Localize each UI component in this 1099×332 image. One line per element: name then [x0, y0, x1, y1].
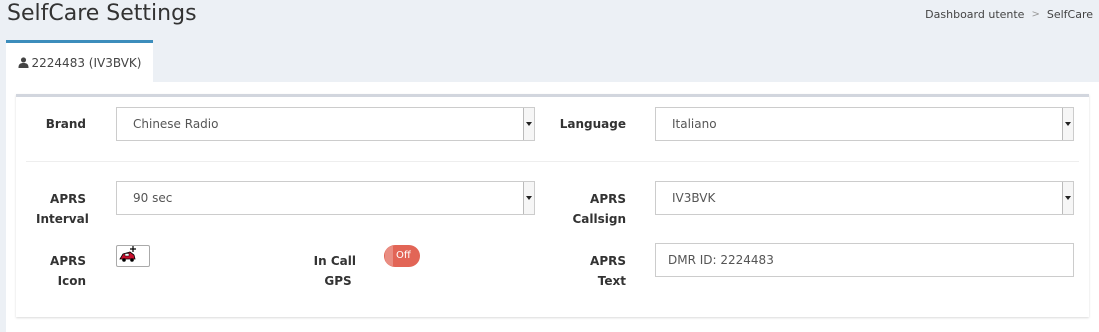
settings-box: Brand Chinese Radio Language Italiano AP…	[16, 94, 1089, 317]
user-icon	[17, 57, 29, 68]
language-label: Language	[559, 117, 626, 131]
chevron-down-icon	[1062, 182, 1073, 214]
chevron-down-icon	[523, 182, 534, 214]
tab-panel: Brand Chinese Radio Language Italiano AP…	[6, 82, 1099, 332]
aprs-text-label: APRS Text	[556, 251, 626, 291]
in-call-gps-label-line2: GPS	[324, 274, 352, 288]
aprs-interval-label: APRS Interval	[36, 189, 89, 229]
aprs-text-input[interactable]: DMR ID: 2224483	[655, 243, 1074, 277]
aprs-icon-label: APRS Icon	[36, 251, 86, 291]
aprs-callsign-select-value: IV3BVK	[672, 191, 716, 205]
page-title: SelfCare Settings	[7, 1, 197, 26]
aprs-callsign-label-line1: APRS	[590, 192, 626, 206]
aprs-icon-label-line2: Icon	[57, 274, 86, 288]
aprs-interval-label-line2: Interval	[36, 212, 89, 226]
aprs-callsign-label-line2: Callsign	[572, 212, 626, 226]
aprs-icon-picker-button[interactable]	[116, 245, 150, 267]
aprs-icon-label-line1: APRS	[50, 254, 86, 268]
tab-user[interactable]: 2224483 (IV3BVK)	[6, 40, 153, 82]
aprs-text-label-line1: APRS	[590, 254, 626, 268]
breadcrumb-separator-icon: >	[1031, 9, 1040, 20]
in-call-gps-label-line1: In Call	[313, 254, 356, 268]
aprs-callsign-select[interactable]: IV3BVK	[655, 181, 1074, 215]
brand-select[interactable]: Chinese Radio	[116, 107, 535, 141]
brand-select-value: Chinese Radio	[133, 117, 219, 131]
in-call-gps-toggle-text: Off	[396, 250, 411, 261]
aprs-text-input-value: DMR ID: 2224483	[668, 253, 774, 267]
chevron-down-icon	[523, 108, 534, 140]
car-icon	[119, 246, 136, 262]
breadcrumb: Dashboard utente > SelfCare	[925, 8, 1093, 21]
language-select[interactable]: Italiano	[655, 107, 1074, 141]
tab-user-label: 2224483 (IV3BVK)	[31, 55, 142, 70]
aprs-callsign-label: APRS Callsign	[556, 189, 626, 229]
aprs-interval-label-line1: APRS	[50, 192, 86, 206]
in-call-gps-label: In Call GPS	[306, 251, 356, 291]
aprs-text-label-line2: Text	[597, 274, 626, 288]
breadcrumb-item-selfcare: SelfCare	[1046, 8, 1093, 21]
chevron-down-icon	[1062, 108, 1073, 140]
language-select-value: Italiano	[672, 117, 717, 131]
aprs-interval-select-value: 90 sec	[133, 191, 173, 205]
tab-bar: 2224483 (IV3BVK)	[6, 40, 1099, 82]
aprs-interval-select[interactable]: 90 sec	[116, 181, 535, 215]
in-call-gps-toggle[interactable]: Off	[384, 245, 420, 267]
form-divider	[26, 161, 1079, 162]
brand-label: Brand	[45, 117, 86, 131]
breadcrumb-item-dashboard[interactable]: Dashboard utente	[925, 8, 1024, 21]
